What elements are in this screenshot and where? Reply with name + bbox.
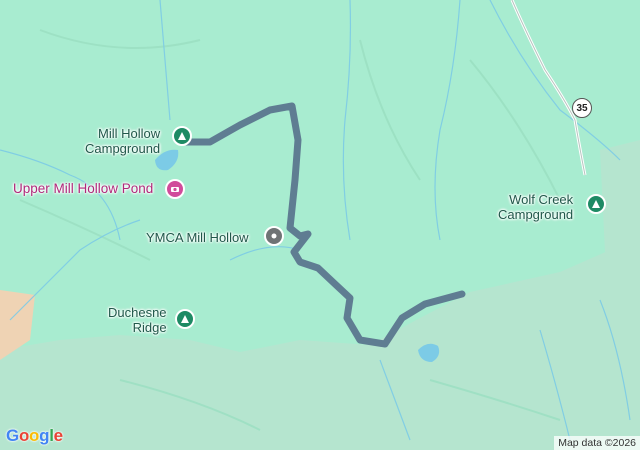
- terrain-layer: [0, 0, 640, 450]
- campground-icon[interactable]: [586, 194, 606, 214]
- upper-mill-hollow-pond-label[interactable]: Upper Mill Hollow Pond: [13, 181, 153, 196]
- map-canvas[interactable]: Mill Hollow Campground Upper Mill Hollow…: [0, 0, 640, 450]
- duchesne-ridge-label[interactable]: Duchesne Ridge: [108, 305, 167, 335]
- mill-hollow-campground-label[interactable]: Mill Hollow Campground: [85, 126, 160, 156]
- ymca-mill-hollow-label[interactable]: YMCA Mill Hollow: [146, 230, 249, 245]
- highway-shield-icon: 35: [572, 98, 592, 118]
- google-logo: Google: [6, 426, 63, 445]
- campground-icon[interactable]: [175, 309, 195, 329]
- camera-icon[interactable]: [165, 179, 185, 199]
- map-attribution[interactable]: Map data ©2026: [554, 436, 640, 450]
- place-pin-icon[interactable]: [264, 226, 284, 246]
- campground-icon[interactable]: [172, 126, 192, 146]
- wolf-creek-campground-label[interactable]: Wolf Creek Campground: [498, 192, 573, 222]
